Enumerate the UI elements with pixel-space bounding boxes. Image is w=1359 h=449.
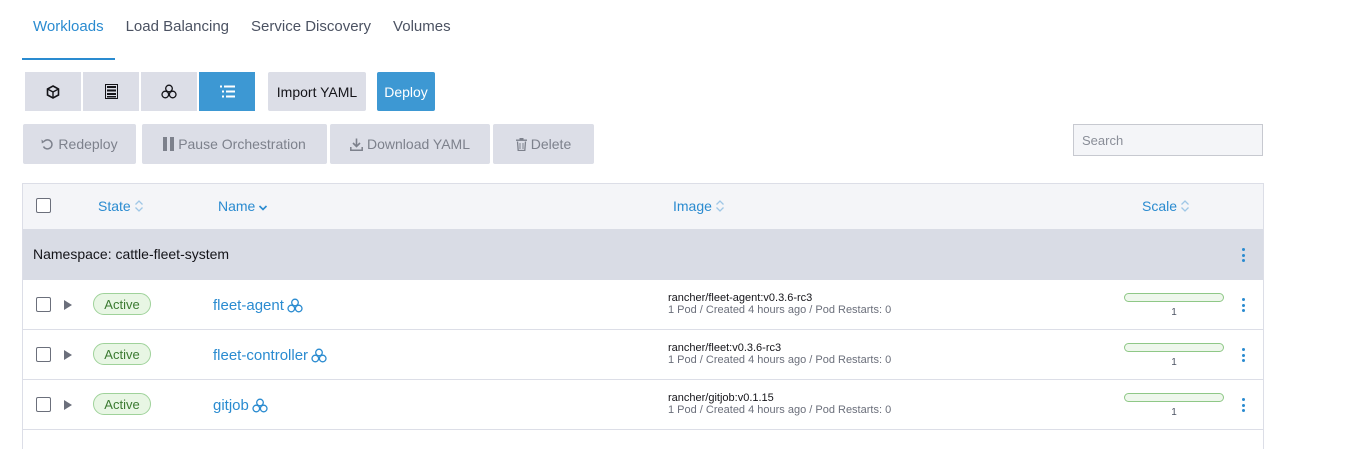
import-yaml-button[interactable]: Import YAML xyxy=(268,72,366,111)
sort-descending-icon xyxy=(259,205,268,211)
column-header-scale[interactable]: Scale xyxy=(1142,198,1190,214)
pod-details: 1 Pod / Created 4 hours ago / Pod Restar… xyxy=(668,404,892,416)
pause-icon xyxy=(163,137,175,151)
workload-name[interactable]: fleet-agent xyxy=(213,297,284,314)
table-row: Active gitjob rancher/gitjob:v0.1.15 1 P… xyxy=(23,380,1263,430)
row-checkbox[interactable] xyxy=(36,297,51,312)
download-icon xyxy=(350,138,363,151)
table-header: State Name Image Scale xyxy=(23,184,1263,229)
deploy-button[interactable]: Deploy xyxy=(377,72,435,111)
workload-tabs: Workloads Load Balancing Service Discove… xyxy=(22,0,462,60)
table-row: Active fleet-controller rancher/fleet:v0… xyxy=(23,330,1263,380)
table-row: Active fleet-agent rancher/fleet-agent:v… xyxy=(23,280,1263,330)
namespace-label: Namespace: cattle-fleet-system xyxy=(33,246,230,262)
view-mode-server-button[interactable] xyxy=(83,72,139,111)
column-header-image[interactable]: Image xyxy=(673,198,725,214)
sort-icon xyxy=(715,200,724,212)
scale-count: 1 xyxy=(1171,357,1177,368)
column-header-state[interactable]: State xyxy=(98,198,144,214)
delete-button[interactable]: Delete xyxy=(493,124,594,164)
view-mode-nodes-button[interactable] xyxy=(141,72,197,111)
download-yaml-button[interactable]: Download YAML xyxy=(330,124,490,164)
status-badge: Active xyxy=(93,393,151,415)
row-actions-kebab-icon[interactable] xyxy=(1239,397,1247,413)
delete-label: Delete xyxy=(530,136,572,152)
workload-name[interactable]: fleet-controller xyxy=(213,347,308,364)
scale-count: 1 xyxy=(1171,307,1177,318)
column-header-image-label: Image xyxy=(673,198,712,214)
tab-load-balancing[interactable]: Load Balancing xyxy=(115,0,240,60)
trash-icon xyxy=(515,137,527,151)
image-name: rancher/gitjob:v0.1.15 xyxy=(668,392,774,404)
search-input[interactable] xyxy=(1073,124,1263,156)
tab-volumes[interactable]: Volumes xyxy=(382,0,462,60)
namespace-group-row: Namespace: cattle-fleet-system xyxy=(23,229,1263,280)
cluster-nodes-icon xyxy=(161,84,177,99)
cluster-nodes-icon xyxy=(252,398,268,413)
view-toolbar: Import YAML Deploy xyxy=(25,72,435,111)
workloads-table: State Name Image Scale Namespace: cattle… xyxy=(22,183,1264,449)
pause-orchestration-button[interactable]: Pause Orchestration xyxy=(142,124,327,164)
workload-name[interactable]: gitjob xyxy=(213,397,249,414)
image-name: rancher/fleet-agent:v0.3.6-rc3 xyxy=(668,292,813,304)
namespace-actions-kebab-icon[interactable] xyxy=(1239,247,1247,263)
tab-service-discovery[interactable]: Service Discovery xyxy=(240,0,382,60)
view-mode-list-button[interactable] xyxy=(199,72,255,111)
scale-progress-bar[interactable] xyxy=(1124,343,1224,352)
redo-icon xyxy=(41,139,54,150)
workload-link[interactable]: fleet-controller xyxy=(213,347,327,364)
scale-progress-bar[interactable] xyxy=(1124,393,1224,402)
pause-orchestration-label: Pause Orchestration xyxy=(178,136,306,152)
row-checkbox[interactable] xyxy=(36,397,51,412)
server-list-icon xyxy=(104,84,118,99)
image-name: rancher/fleet:v0.3.6-rc3 xyxy=(668,342,782,354)
row-checkbox[interactable] xyxy=(36,347,51,362)
redeploy-label: Redeploy xyxy=(58,136,118,152)
column-header-name[interactable]: Name xyxy=(218,198,268,214)
status-badge: Active xyxy=(93,343,151,365)
expand-caret-icon[interactable] xyxy=(64,400,72,410)
list-tree-icon xyxy=(219,85,235,98)
row-actions-kebab-icon[interactable] xyxy=(1239,297,1247,313)
redeploy-button[interactable]: Redeploy xyxy=(23,124,136,164)
column-header-scale-label: Scale xyxy=(1142,198,1178,214)
expand-caret-icon[interactable] xyxy=(64,300,72,310)
status-badge: Active xyxy=(93,293,151,315)
cluster-nodes-icon xyxy=(311,348,327,363)
download-yaml-label: Download YAML xyxy=(367,136,470,152)
tab-workloads[interactable]: Workloads xyxy=(22,0,115,60)
scale-progress-bar[interactable] xyxy=(1124,293,1224,302)
sort-icon xyxy=(134,200,143,212)
cluster-nodes-icon xyxy=(287,298,303,313)
pod-details: 1 Pod / Created 4 hours ago / Pod Restar… xyxy=(668,354,892,366)
select-all-checkbox[interactable] xyxy=(36,198,51,213)
pod-details: 1 Pod / Created 4 hours ago / Pod Restar… xyxy=(668,304,892,316)
scale-count: 1 xyxy=(1171,407,1177,418)
workload-link[interactable]: fleet-agent xyxy=(213,297,303,314)
cube-icon xyxy=(46,84,60,99)
column-header-state-label: State xyxy=(98,198,131,214)
workload-link[interactable]: gitjob xyxy=(213,397,268,414)
expand-caret-icon[interactable] xyxy=(64,350,72,360)
row-actions-kebab-icon[interactable] xyxy=(1239,347,1247,363)
view-mode-cube-button[interactable] xyxy=(25,72,81,111)
column-header-name-label: Name xyxy=(218,198,256,214)
sort-icon xyxy=(1181,200,1189,212)
